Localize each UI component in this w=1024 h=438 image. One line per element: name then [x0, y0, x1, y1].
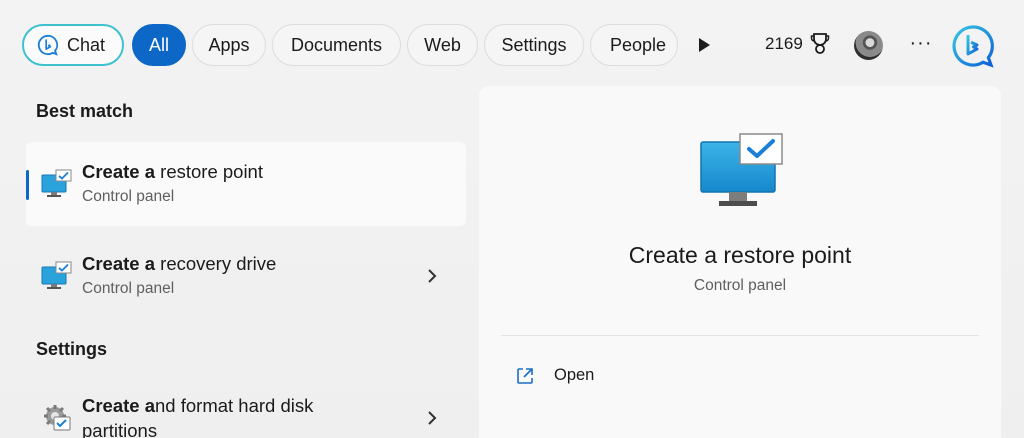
open-action-button[interactable]: Open: [501, 356, 979, 396]
disk-management-icon: [44, 405, 71, 431]
best-match-header: Best match: [36, 101, 134, 121]
play-icon[interactable]: [690, 30, 718, 60]
result-create-restore-point[interactable]: Create a restore point Control panel: [26, 142, 466, 226]
result-create-format-partitions[interactable]: Create and format hard disk partitions: [26, 378, 466, 438]
more-icon[interactable]: ···: [908, 30, 934, 60]
search-filter-bar: Chat All Apps Documents Web Settings Peo…: [0, 0, 1024, 90]
result-title-line2: partitions: [82, 420, 158, 438]
avatar[interactable]: [854, 31, 883, 60]
result-title: Create and format hard disk: [82, 395, 314, 416]
bing-logo-icon[interactable]: [951, 24, 995, 68]
bing-chat-icon: [37, 34, 59, 56]
filter-settings-tab[interactable]: Settings: [484, 24, 584, 66]
filter-documents-tab[interactable]: Documents: [272, 24, 401, 66]
preview-divider: [501, 335, 979, 336]
filter-web-tab[interactable]: Web: [407, 24, 478, 66]
filter-chat-button[interactable]: Chat: [22, 24, 124, 66]
result-title: Create a recovery drive: [82, 253, 277, 274]
preview-pane: Create a restore point Control panel Ope…: [479, 86, 1001, 438]
trophy-icon[interactable]: [810, 32, 830, 56]
filter-all-tab[interactable]: All: [132, 24, 186, 66]
filter-people-tab[interactable]: People: [590, 24, 678, 66]
selection-indicator: [26, 170, 29, 200]
filter-chat-label: Chat: [66, 35, 106, 55]
preview-subtitle: Control panel: [693, 277, 787, 294]
chevron-right-icon[interactable]: [424, 266, 440, 286]
monitor-check-icon: [700, 133, 783, 206]
chevron-right-icon[interactable]: [424, 408, 440, 428]
result-subtitle: Control panel: [82, 280, 175, 297]
filter-apps-tab[interactable]: Apps: [192, 24, 266, 66]
rewards-points[interactable]: 2169: [765, 34, 803, 54]
preview-title: Create a restore point: [628, 242, 852, 268]
result-create-recovery-drive[interactable]: Create a recovery drive Control panel: [26, 234, 466, 318]
monitor-check-icon: [41, 261, 72, 289]
result-title: Create a restore point: [82, 161, 263, 182]
settings-header: Settings: [36, 339, 108, 359]
monitor-check-icon: [41, 169, 72, 197]
open-action-label: Open: [554, 366, 595, 384]
result-subtitle: Control panel: [82, 188, 175, 205]
filter-people-label: People: [609, 35, 667, 55]
open-external-icon: [517, 368, 533, 384]
